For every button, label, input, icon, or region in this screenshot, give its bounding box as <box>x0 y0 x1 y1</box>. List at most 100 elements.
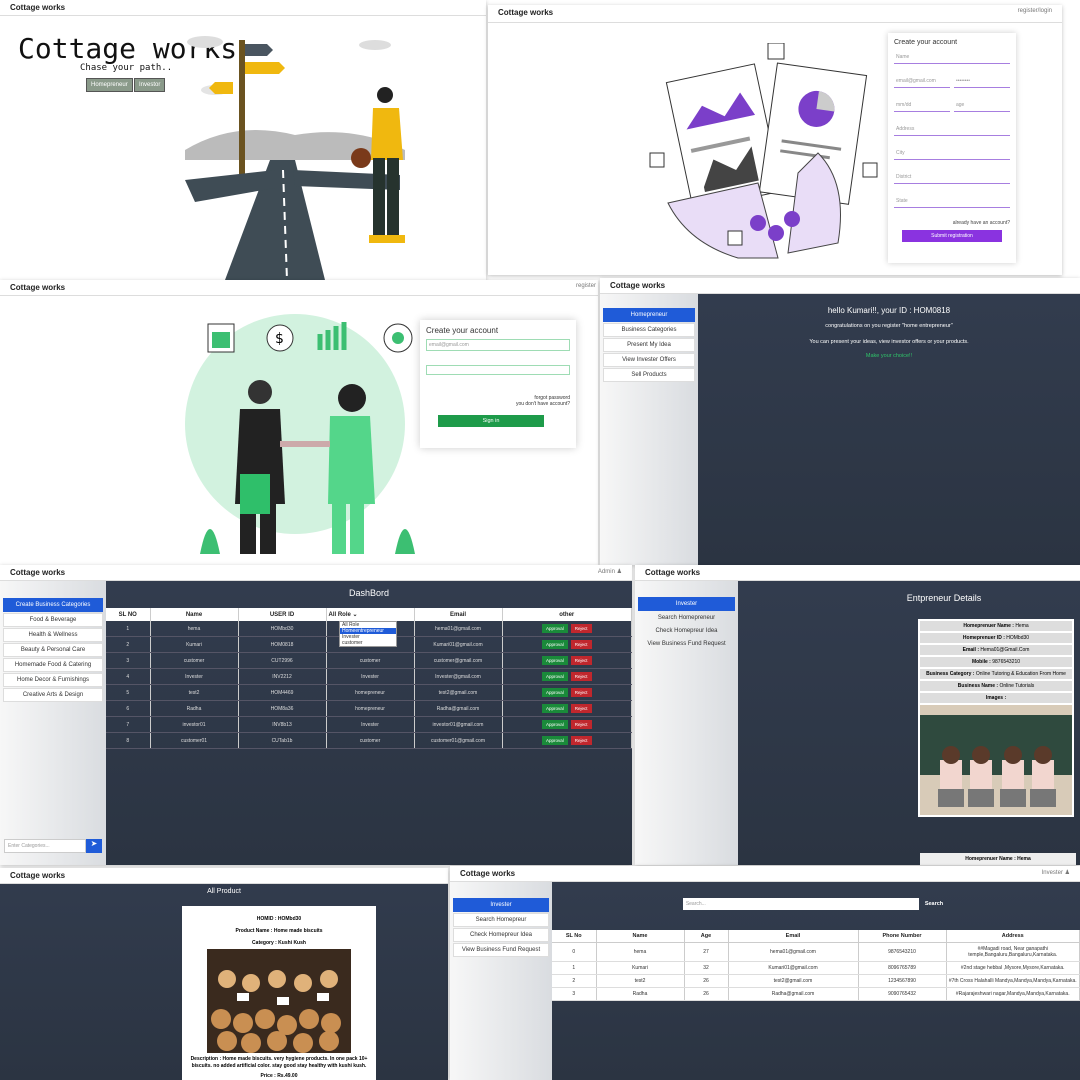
category-item[interactable]: Health & Wellness <box>3 628 103 642</box>
table-cell: INV2212 <box>238 668 327 685</box>
reject-button[interactable]: Reject <box>570 720 592 729</box>
col-other: other <box>502 608 632 621</box>
table-cell: Invester <box>326 716 415 733</box>
action-cell: Approval Reject <box>502 636 632 653</box>
table-cell: Invester <box>150 668 239 685</box>
sidebar-item-check-idea[interactable]: Check Homepreur Idea <box>453 928 549 942</box>
sidebar-item-fund-request[interactable]: View Business Fund Request <box>453 943 549 957</box>
table-cell: customer@gmail.com <box>414 652 503 669</box>
email-field[interactable]: email@gmail.com <box>426 339 570 351</box>
search-button[interactable]: Search <box>919 898 949 910</box>
approve-button[interactable]: Approval <box>541 672 568 681</box>
choice-message: Make your choice!! <box>865 353 913 359</box>
brand[interactable]: Cottage works <box>10 871 65 880</box>
no-account-link[interactable]: you don't have account? <box>426 401 570 407</box>
dropdown-option[interactable]: customer <box>340 640 396 646</box>
register-login-link[interactable]: register/login <box>1018 8 1052 14</box>
category-item[interactable]: Home Decor & Furnishings <box>3 673 103 687</box>
brand[interactable]: Cottage works <box>10 3 65 12</box>
approve-button[interactable]: Approval <box>541 624 568 633</box>
sidebar-item-sell-products[interactable]: Sell Products <box>603 368 695 382</box>
table-cell: 2 <box>552 974 597 988</box>
category-item[interactable]: Food & Beverage <box>3 613 103 627</box>
investor-button[interactable]: Investor <box>134 78 166 92</box>
name-field[interactable]: Name <box>894 52 1010 64</box>
table-cell: Kumari01@gmail.com <box>414 636 503 653</box>
sidebar-item-homepreneur[interactable]: Homepreneur <box>603 308 695 322</box>
reject-button[interactable]: Reject <box>570 624 592 633</box>
category-item[interactable]: Beauty & Personal Care <box>3 643 103 657</box>
sidebar-item-search[interactable]: Search Homepreur <box>453 913 549 927</box>
table-cell: HOM4469 <box>238 684 327 701</box>
brand[interactable]: Cottage works <box>460 869 515 878</box>
approve-button[interactable]: Approval <box>541 640 568 649</box>
next-card-label: Homeprenuer Name : Hema <box>920 853 1076 865</box>
password-field[interactable] <box>426 365 570 375</box>
table-cell: 8096765789 <box>858 961 947 975</box>
table-row[interactable]: 3 Radha 26 Radha@gmail.com 9090765432 #Rajara… <box>552 987 1080 1001</box>
already-account-link[interactable]: already have an account? <box>894 220 1010 226</box>
admin-user[interactable]: Admin ♟ <box>598 568 622 575</box>
approve-button[interactable]: Approval <box>541 656 568 665</box>
sidebar-item-search[interactable]: Search Homepreneur <box>638 612 735 624</box>
sidebar-item-check-idea[interactable]: Check Homepreur Idea <box>638 625 735 637</box>
brand[interactable]: Cottage works <box>10 568 65 577</box>
address-field[interactable]: Address <box>894 124 1010 136</box>
reject-button[interactable]: Reject <box>570 736 592 745</box>
sidebar-item-investor[interactable]: Invester <box>453 898 549 912</box>
table-row[interactable]: 2 test2 26 test2@gmail.com 1234567890 #7th Cr… <box>552 974 1080 988</box>
biscuits-image <box>207 949 351 1053</box>
age-field[interactable]: age <box>954 100 1010 112</box>
homepreneur-button[interactable]: Homepreneur <box>86 78 133 92</box>
approve-button[interactable]: Approval <box>541 688 568 697</box>
reject-button[interactable]: Reject <box>570 640 592 649</box>
reject-button[interactable]: Reject <box>570 688 592 697</box>
sidebar-item-fund-request[interactable]: View Business Fund Request <box>638 638 735 650</box>
investor-user[interactable]: Invester ♟ <box>1042 869 1070 876</box>
reject-button[interactable]: Reject <box>570 672 592 681</box>
role-filter[interactable]: All Role ⌄ <box>326 608 415 621</box>
main-content: Entpreneur Details Homeprenuer Name : He… <box>738 581 1080 865</box>
brand[interactable]: Cottage works <box>645 568 700 577</box>
state-field[interactable]: State <box>894 196 1010 208</box>
sidebar-item-investor-offers[interactable]: View Invester Offers <box>603 353 695 367</box>
table-row[interactable]: 1 Kumari 32 Kumari01@gmail.com 8096765789 #2n… <box>552 961 1080 975</box>
table-cell: Radha@gmail.com <box>728 987 859 1001</box>
brand[interactable]: Cottage works <box>498 8 553 17</box>
search-input[interactable]: Search... <box>682 898 919 910</box>
brand[interactable]: Cottage works <box>610 281 665 290</box>
email-field[interactable]: email@gmail.com <box>894 76 950 88</box>
brand[interactable]: Cottage works <box>10 283 65 292</box>
sidebar-item-investor[interactable]: Invester <box>638 597 735 611</box>
detail-row: Images : <box>920 693 1072 703</box>
register-link[interactable]: register <box>576 283 596 289</box>
product-title: All Product <box>207 888 241 895</box>
approve-button[interactable]: Approval <box>541 736 568 745</box>
category-input[interactable]: Enter Categories... <box>4 839 86 853</box>
approve-button[interactable]: Approval <box>541 704 568 713</box>
password-field[interactable]: •••••••• <box>954 76 1010 88</box>
detail-row: Homeprenuer Name : Hema <box>920 621 1072 631</box>
detail-value: Online Tutoring & Education From Home <box>975 671 1066 677</box>
table-cell: 5 <box>106 684 151 701</box>
sign-in-button[interactable]: Sign in <box>438 415 544 427</box>
sidebar-item-present-idea[interactable]: Present My Idea <box>603 338 695 352</box>
register-heading: Create your account <box>894 39 958 46</box>
reject-button[interactable]: Reject <box>570 704 592 713</box>
district-field[interactable]: District <box>894 172 1010 184</box>
all-product-panel: Cottage works All Product HOMID : HOMbd3… <box>0 868 448 1080</box>
product-name: Product Name : Home made biscuits <box>235 928 323 934</box>
submit-registration-button[interactable]: Submit registration <box>902 230 1002 242</box>
create-categories-button[interactable]: Create Business Categories <box>3 598 103 612</box>
category-item[interactable]: Homemade Food & Catering <box>3 658 103 672</box>
send-button[interactable]: ➤ <box>86 839 102 853</box>
detail-row: Homeprenuer ID : HOMbd30 <box>920 633 1072 643</box>
sidebar-item-business-categories[interactable]: Business Categories <box>603 323 695 337</box>
reject-button[interactable]: Reject <box>570 656 592 665</box>
city-field[interactable]: City <box>894 148 1010 160</box>
approve-button[interactable]: Approval <box>541 720 568 729</box>
dob-field[interactable]: mm/dd <box>894 100 950 112</box>
svg-text:$: $ <box>275 331 284 347</box>
category-item[interactable]: Creative Arts & Design <box>3 688 103 702</box>
table-row[interactable]: 0 hema 27 hema01@gmail.com 9876543210 ##Magad… <box>552 942 1080 962</box>
